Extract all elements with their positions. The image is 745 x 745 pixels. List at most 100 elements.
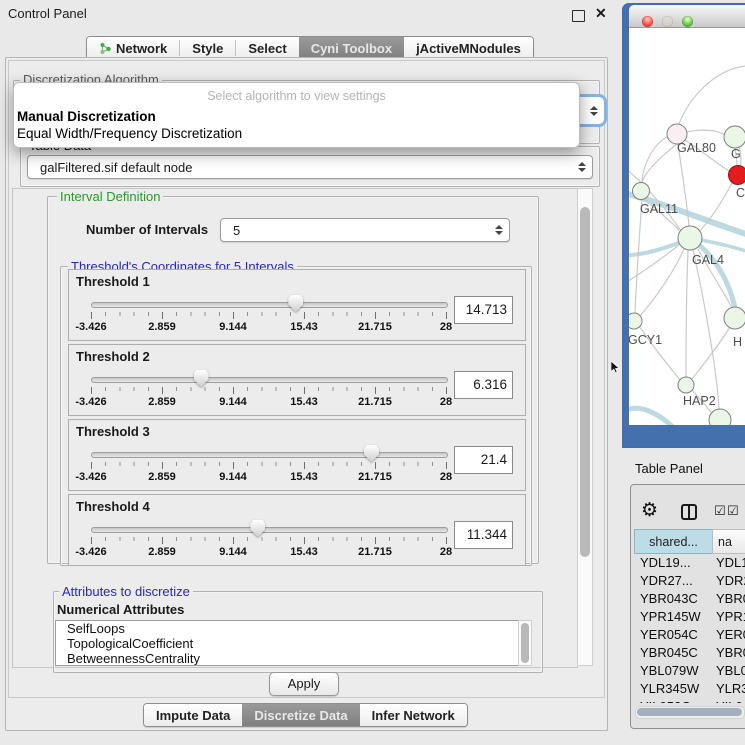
tab-select[interactable]: Select	[236, 37, 298, 59]
dropdown-option-manual-discretization[interactable]: Manual Discretization	[17, 109, 156, 124]
tick-label: 9.144	[219, 546, 247, 558]
slider-track[interactable]	[91, 452, 448, 458]
numerical-attributes-label: Numerical Attributes	[57, 602, 184, 617]
tick-label: -3.426	[75, 396, 106, 408]
bottom-tab-bar: Impute DataDiscretize Data Infer Network	[143, 703, 468, 727]
table-row[interactable]: YDL19...YDL1	[634, 553, 745, 571]
slider-thumb[interactable]	[364, 445, 379, 462]
number-of-intervals-combobox[interactable]: 5	[220, 218, 510, 242]
close-traffic-light-icon[interactable]	[642, 16, 653, 27]
gear-icon[interactable]: ⚙	[641, 499, 658, 521]
table-row[interactable]: YPR145WYPR1	[634, 607, 745, 625]
network-node-hap2[interactable]	[678, 377, 694, 393]
network-node[interactable]	[709, 409, 731, 425]
table-row[interactable]: YBR045CYBR0	[634, 643, 745, 661]
slider-thumb[interactable]	[250, 520, 265, 537]
threshold-value-field[interactable]: 6.316	[454, 371, 513, 399]
threshold-block: Threshold 1 -3.4262.8599.14415.4321.7152…	[68, 269, 526, 341]
attribute-item[interactable]: SelfLoops	[56, 621, 518, 636]
zoom-traffic-light-icon[interactable]	[682, 16, 693, 27]
network-node-c[interactable]	[729, 166, 745, 185]
table-row[interactable]: YDR27...YDR2	[634, 571, 745, 589]
tick-mark	[162, 462, 163, 469]
settings-scrollbar-thumb[interactable]	[580, 207, 590, 557]
table-horizontal-scrollbar[interactable]	[635, 706, 745, 719]
tick-mark	[375, 537, 376, 544]
tick-label: 21.715	[358, 546, 392, 558]
threshold-label: Threshold 2	[76, 349, 150, 364]
threshold-value-field[interactable]: 21.4	[454, 446, 513, 474]
float-window-icon[interactable]	[572, 10, 585, 22]
table-row[interactable]: YBL079WYBL0	[634, 661, 745, 679]
numerical-attributes-list[interactable]: SelfLoopsTopologicalCoefficientBetweenne…	[55, 620, 519, 666]
tab-label: Select	[248, 41, 286, 56]
column-header-name[interactable]: na	[712, 529, 745, 554]
slider-track[interactable]	[91, 377, 448, 383]
minimize-traffic-light-icon[interactable]	[662, 16, 673, 27]
tick-label: 15.43	[290, 471, 318, 483]
slider-thumb[interactable]	[288, 295, 303, 312]
threshold-value-field[interactable]: 11.344	[454, 521, 513, 549]
attributes-scrollbar[interactable]	[518, 620, 532, 666]
combo-arrows-icon	[589, 106, 598, 116]
table-row[interactable]: YBR043CYBR0	[634, 589, 745, 607]
network-view[interactable]: GAL80GCGAL11GAL4GCY1HHAP2	[629, 28, 745, 425]
tick-mark	[91, 537, 92, 544]
dropdown-option-equal-width-frequency[interactable]: Equal Width/Frequency Discretization	[17, 126, 242, 141]
cell-shared-name: YBR043C	[640, 591, 698, 606]
threshold-block: Threshold 3 -3.4262.8599.14415.4321.7152…	[68, 419, 526, 491]
threshold-block: Threshold 2 -3.4262.8599.14415.4321.7152…	[68, 344, 526, 416]
slider-minor-ticks	[91, 387, 448, 391]
tab-label: Cyni Toolbox	[311, 41, 392, 56]
apply-button[interactable]: Apply	[269, 672, 339, 696]
checkbox-icon[interactable]: ☑	[727, 504, 739, 519]
tick-label: 2.859	[148, 396, 176, 408]
attributes-group-title: Attributes to discretize	[59, 585, 193, 598]
tab-discretize-data[interactable]: Discretize Data	[242, 704, 359, 726]
table-data-value: galFiltered.sif default node	[28, 160, 577, 175]
threshold-value-field[interactable]: 14.713	[454, 296, 513, 324]
table-row[interactable]: YIL052CYIL0	[634, 697, 745, 703]
table-panel-title: Table Panel	[635, 461, 703, 476]
node-table[interactable]: YDL19...YDL1YDR27...YDR2YBR043CYBR0YPR14…	[634, 553, 745, 703]
attribute-item[interactable]: BetweennessCentrality	[56, 651, 518, 666]
slider-minor-ticks	[91, 462, 448, 466]
network-node-g[interactable]	[724, 126, 745, 148]
attribute-item[interactable]: TopologicalCoefficient	[56, 636, 518, 651]
slider-track[interactable]	[91, 302, 448, 308]
settings-scrollbar[interactable]	[577, 188, 593, 666]
tick-mark	[446, 312, 447, 319]
tick-label: 2.859	[148, 546, 176, 558]
control-panel-title: Control Panel	[8, 6, 87, 21]
tab-style[interactable]: Style	[180, 37, 235, 59]
interval-definition-title: Interval Definition	[57, 190, 163, 203]
tick-label: 28	[440, 321, 452, 333]
network-node-gal4[interactable]	[678, 226, 702, 250]
table-data-combobox[interactable]: galFiltered.sif default node	[27, 155, 593, 179]
close-icon[interactable]: ✕	[595, 5, 607, 22]
tab-infer-network[interactable]: Infer Network	[360, 704, 467, 726]
node-label: GAL80	[677, 141, 716, 155]
tab-cyni-toolbox[interactable]: Cyni Toolbox	[299, 37, 404, 59]
column-header-shared-name[interactable]: shared...	[634, 529, 713, 554]
tick-label: 9.144	[219, 471, 247, 483]
network-node-gcy1[interactable]	[629, 313, 642, 329]
table-row[interactable]: YLR345WYLR3	[634, 679, 745, 697]
table-row[interactable]: YER054CYER0	[634, 625, 745, 643]
split-columns-icon[interactable]	[680, 503, 698, 524]
slider-track[interactable]	[91, 527, 448, 533]
attributes-scrollbar-thumb[interactable]	[521, 623, 529, 663]
node-label: GAL4	[692, 253, 724, 267]
slider-thumb[interactable]	[194, 370, 209, 387]
tick-mark	[233, 387, 234, 394]
network-node-gal11[interactable]	[633, 183, 650, 200]
checkbox-icon[interactable]: ☑	[714, 504, 726, 519]
network-node-h[interactable]	[724, 307, 745, 329]
table-scrollbar-thumb[interactable]	[637, 708, 742, 716]
tab-jactivemnodules[interactable]: jActiveMNodules	[404, 37, 533, 59]
node-label: C	[736, 186, 745, 200]
tab-network[interactable]: Network	[87, 37, 179, 59]
tab-impute-data[interactable]: Impute Data	[144, 704, 242, 726]
tick-mark	[304, 537, 305, 544]
tab-label: Infer Network	[372, 708, 455, 723]
